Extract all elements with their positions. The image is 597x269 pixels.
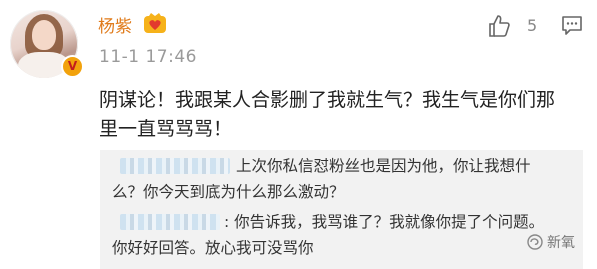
comment-timestamp: 11-1 17:46 bbox=[99, 47, 197, 67]
verified-badge-icon: V bbox=[61, 55, 84, 78]
vip-crown-heart-icon bbox=[144, 13, 166, 33]
reply-text-line: 上次你私信怼粉丝也是因为他，你让我想什 bbox=[236, 157, 531, 175]
brand-swirl-icon bbox=[527, 234, 543, 250]
reply-author-blurred[interactable] bbox=[120, 214, 220, 230]
comment-bubble-icon[interactable] bbox=[560, 14, 584, 38]
reply-text-line: : 你告诉我，我骂谁了？我就像你提了个问题。 bbox=[224, 213, 545, 231]
avatar-face bbox=[32, 20, 56, 50]
watermark: 新氧 bbox=[526, 232, 575, 252]
reply-text-line: 么？你今天到底为什么那么激动？ bbox=[112, 183, 345, 201]
comment-text: 阴谋论！我跟某人合影删了我就生气？我生气是你们那里一直骂骂骂！ bbox=[99, 89, 556, 140]
like-count: 5 bbox=[527, 16, 538, 35]
reply-section: 上次你私信怼粉丝也是因为他，你让我想什 么？你今天到底为什么那么激动？ : 你告… bbox=[100, 150, 583, 269]
watermark-text: 新氧 bbox=[547, 235, 575, 251]
reply-text-line: 你好好回答。放心我可没骂你 bbox=[112, 239, 314, 257]
username[interactable]: 杨紫 bbox=[98, 12, 132, 37]
thumbs-up-icon[interactable] bbox=[488, 14, 510, 38]
reply-author-blurred[interactable] bbox=[120, 158, 230, 174]
